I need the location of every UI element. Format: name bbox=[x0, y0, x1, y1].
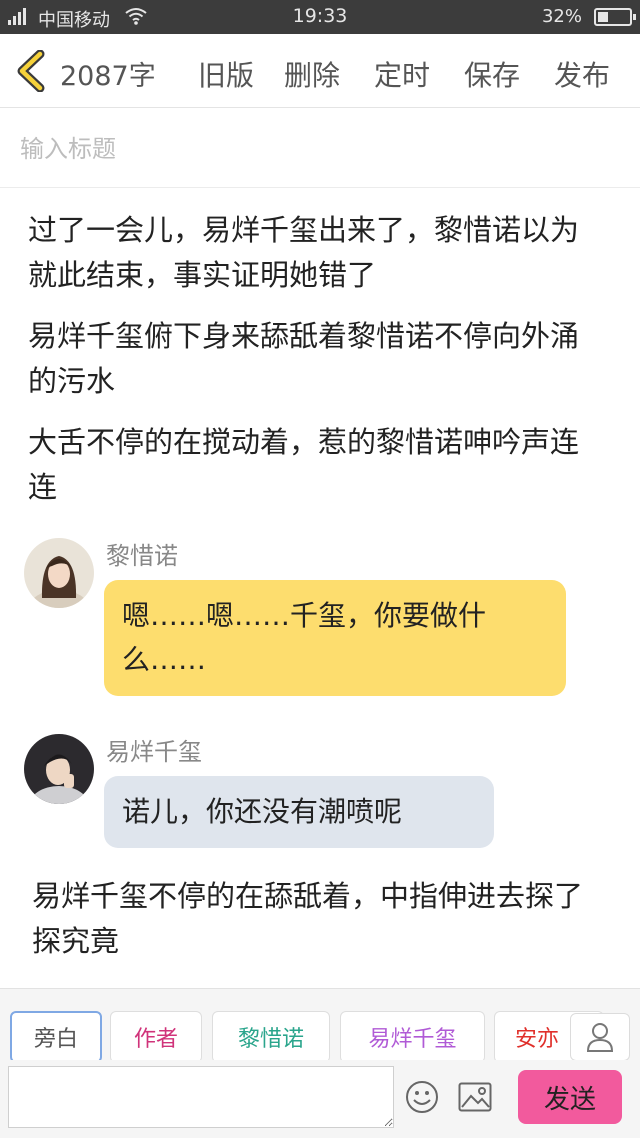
narration-paragraph: 过了一会儿，易烊千玺出来了，黎惜诺以为就此结束，事实证明她错了 bbox=[28, 213, 580, 292]
role-yi-yangqianxi[interactable]: 易烊千玺 bbox=[340, 1011, 485, 1060]
chevron-left-icon[interactable] bbox=[14, 50, 50, 92]
schedule-button[interactable]: 定时 bbox=[374, 54, 430, 94]
title-row bbox=[0, 108, 640, 188]
narration-paragraph: 易烊千玺不停的在舔舐着，中指伸进去探了探究竟 bbox=[32, 879, 584, 958]
speech-bubble[interactable]: 诺儿，你还没有潮喷呢 bbox=[104, 776, 494, 848]
top-toolbar: 2087字 旧版 删除 定时 保存 发布 bbox=[0, 34, 640, 108]
title-input[interactable] bbox=[20, 132, 600, 166]
narration-paragraph: 大舌不停的在搅动着，惹的黎惜诺呻吟声连连 bbox=[28, 425, 580, 504]
emoji-icon[interactable] bbox=[405, 1080, 439, 1114]
battery-icon bbox=[594, 8, 636, 26]
narration-paragraph: 易烊千玺俯下身来舔舐着黎惜诺不停向外涌的污水 bbox=[28, 319, 580, 398]
battery-percent: 32% bbox=[541, 6, 582, 27]
role-li-xinuo[interactable]: 黎惜诺 bbox=[212, 1011, 330, 1060]
role-label: 作者 bbox=[133, 1027, 178, 1052]
role-label: 安亦 bbox=[515, 1027, 560, 1052]
word-count: 2087字 bbox=[60, 61, 156, 92]
person-icon[interactable] bbox=[570, 1013, 630, 1060]
delete-button[interactable]: 删除 bbox=[284, 54, 340, 94]
story-content[interactable]: 过了一会儿，易烊千玺出来了，黎惜诺以为就此结束，事实证明她错了 易烊千玺俯下身来… bbox=[0, 188, 640, 988]
role-label: 易烊千玺 bbox=[368, 1027, 457, 1052]
role-narrator[interactable]: 旁白 bbox=[10, 1011, 102, 1060]
dialogue-item: 黎惜诺 嗯……嗯……千玺，你要做什么…… bbox=[0, 532, 640, 712]
speaker-name: 易烊千玺 bbox=[106, 738, 202, 766]
speech-bubble[interactable]: 嗯……嗯……千玺，你要做什么…… bbox=[104, 580, 566, 696]
old-version-button[interactable]: 旧版 bbox=[198, 54, 254, 94]
avatar[interactable] bbox=[24, 734, 94, 804]
send-button[interactable]: 发送 bbox=[518, 1070, 622, 1124]
composer: 发送 bbox=[0, 1060, 640, 1138]
role-label: 黎惜诺 bbox=[237, 1027, 304, 1052]
publish-button[interactable]: 发布 bbox=[554, 54, 610, 94]
dialogue-item: 易烊千玺 诺儿，你还没有潮喷呢 bbox=[0, 728, 640, 858]
image-icon[interactable] bbox=[458, 1082, 492, 1112]
message-input[interactable] bbox=[8, 1066, 394, 1128]
speaker-name: 黎惜诺 bbox=[106, 542, 178, 570]
role-selector: 旁白 作者 黎惜诺 易烊千玺 安亦 bbox=[0, 988, 640, 1060]
role-label: 旁白 bbox=[33, 1027, 78, 1052]
save-button[interactable]: 保存 bbox=[464, 54, 520, 94]
role-author[interactable]: 作者 bbox=[110, 1011, 202, 1060]
status-bar: 中国移动 19:33 32% bbox=[0, 0, 640, 34]
avatar[interactable] bbox=[24, 538, 94, 608]
